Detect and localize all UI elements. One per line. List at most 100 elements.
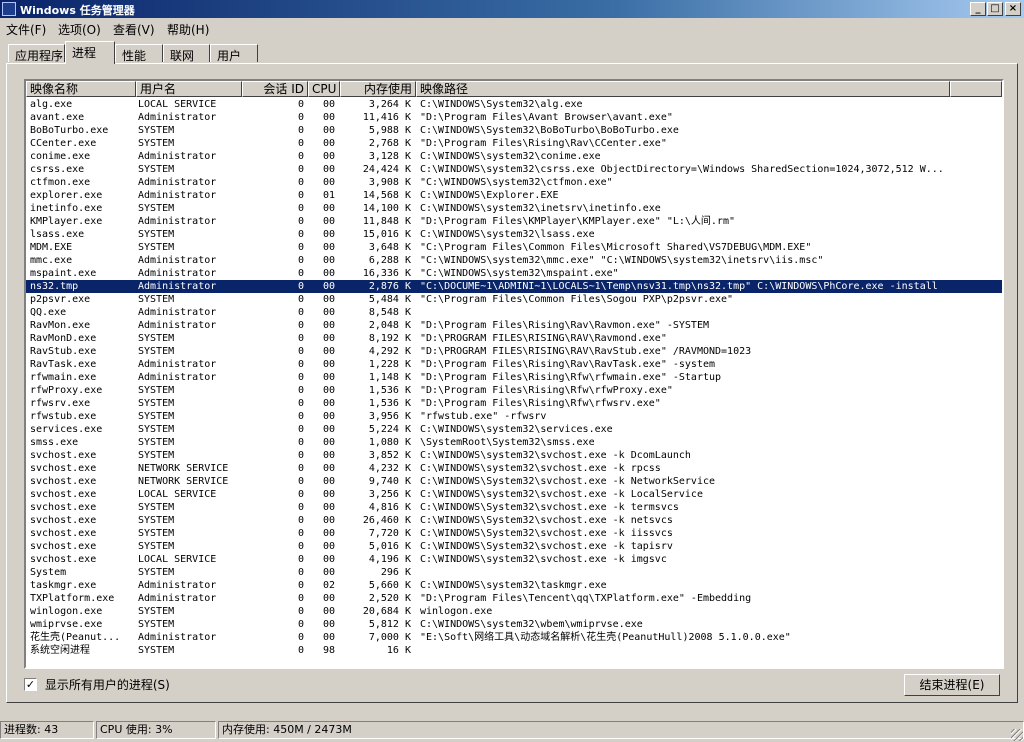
tab-users[interactable]: 用户	[210, 44, 258, 63]
column-header-cpu[interactable]: CPU	[308, 81, 340, 97]
process-row[interactable]: KMPlayer.exe Administrator 0 00 11,848 K "D:\…	[26, 215, 1002, 228]
show-all-users-option[interactable]: ✓ 显示所有用户的进程(S)	[24, 676, 170, 692]
process-row[interactable]: svchost.exe SYSTEM 0 00 5,016 K C:\WINDOWS\Sy…	[26, 540, 1002, 553]
mem-usage-cell: 3,956 K	[368, 411, 411, 422]
process-row[interactable]: svchost.exe LOCAL SERVICE 0 00 3,256 K C:\WIN…	[26, 488, 1002, 501]
process-row[interactable]: rfwmain.exe Administrator 0 00 1,148 K "D:\Pr…	[26, 371, 1002, 384]
process-row[interactable]: MDM.EXE SYSTEM 0 00 3,648 K "C:\Program Files…	[26, 241, 1002, 254]
process-list[interactable]: 映像名称 用户名 会话 ID CPU 内存使用 映像路径 alg.exe LOCA…	[24, 79, 1004, 669]
session-id-cell: 0	[297, 632, 304, 643]
menu-view[interactable]: 查看(V)	[113, 21, 155, 38]
user-name-cell: SYSTEM	[138, 528, 175, 539]
image-name-cell: MDM.EXE	[30, 242, 73, 253]
process-row[interactable]: TXPlatform.exe Administrator 0 00 2,520 K "D:…	[26, 592, 1002, 605]
process-row[interactable]: svchost.exe SYSTEM 0 00 3,852 K C:\WINDOWS\sy…	[26, 449, 1002, 462]
process-row[interactable]: svchost.exe SYSTEM 0 00 4,816 K C:\WINDOWS\Sy…	[26, 501, 1002, 514]
process-row[interactable]: 系统空闲进程 SYSTEM 0 98 16 K	[26, 644, 1002, 657]
column-header-mem-usage[interactable]: 内存使用	[340, 81, 416, 97]
session-id-cell: 0	[297, 567, 304, 578]
image-name-cell: ctfmon.exe	[30, 177, 91, 188]
session-id-cell: 0	[297, 372, 304, 383]
process-row[interactable]: inetinfo.exe SYSTEM 0 00 14,100 K C:\WINDOWS\…	[26, 202, 1002, 215]
image-name-cell: TXPlatform.exe	[30, 593, 115, 604]
process-row[interactable]: ctfmon.exe Administrator 0 00 3,908 K "C:\WIN…	[26, 176, 1002, 189]
cpu-cell: 00	[322, 281, 335, 292]
process-row[interactable]: explorer.exe Administrator 0 01 14,568 K C:\W…	[26, 189, 1002, 202]
process-row[interactable]: RavTask.exe Administrator 0 00 1,228 K "D:\Pr…	[26, 358, 1002, 371]
cpu-cell: 00	[322, 346, 335, 357]
cpu-cell: 00	[322, 164, 335, 175]
process-row[interactable]: wmiprvse.exe SYSTEM 0 00 5,812 K C:\WINDOWS\s…	[26, 618, 1002, 631]
session-id-cell: 0	[297, 216, 304, 227]
session-id-cell: 0	[297, 151, 304, 162]
process-row[interactable]: mspaint.exe Administrator 0 00 16,336 K "C:\W…	[26, 267, 1002, 280]
session-id-cell: 0	[297, 437, 304, 448]
image-name-cell: mmc.exe	[30, 255, 73, 266]
process-row[interactable]: svchost.exe SYSTEM 0 00 26,460 K C:\WINDOWS\S…	[26, 514, 1002, 527]
session-id-cell: 0	[297, 515, 304, 526]
process-row[interactable]: svchost.exe SYSTEM 0 00 7,720 K C:\WINDOWS\Sy…	[26, 527, 1002, 540]
maximize-button[interactable]: □	[987, 2, 1003, 16]
process-row[interactable]: services.exe SYSTEM 0 00 5,224 K C:\WINDOWS\s…	[26, 423, 1002, 436]
menu-file[interactable]: 文件(F)	[6, 21, 46, 38]
process-row[interactable]: RavStub.exe SYSTEM 0 00 4,292 K "D:\PROGRAM F…	[26, 345, 1002, 358]
session-id-cell: 0	[297, 645, 304, 656]
menu-help[interactable]: 帮助(H)	[167, 21, 209, 38]
process-row[interactable]: mmc.exe Administrator 0 00 6,288 K "C:\WINDOW…	[26, 254, 1002, 267]
process-row[interactable]: rfwstub.exe SYSTEM 0 00 3,956 K "rfwstub.exe"…	[26, 410, 1002, 423]
user-name-cell: Administrator	[138, 190, 217, 201]
cpu-cell: 00	[322, 489, 335, 500]
process-row[interactable]: smss.exe SYSTEM 0 00 1,080 K \SystemRoot\Syst…	[26, 436, 1002, 449]
tab-networking[interactable]: 联网	[163, 44, 210, 63]
process-row[interactable]: rfwProxy.exe SYSTEM 0 00 1,536 K "D:\Program …	[26, 384, 1002, 397]
session-id-cell: 0	[297, 255, 304, 266]
process-row[interactable]: 花生壳(Peanut... Administrator 0 00 7,000 K "E:\…	[26, 631, 1002, 644]
session-id-cell: 0	[297, 359, 304, 370]
end-process-button[interactable]: 结束进程(E)	[904, 674, 1000, 696]
process-row[interactable]: p2psvr.exe SYSTEM 0 00 5,484 K "C:\Program Fi…	[26, 293, 1002, 306]
user-name-cell: SYSTEM	[138, 346, 175, 357]
process-row[interactable]: QQ.exe Administrator 0 00 8,548 K	[26, 306, 1002, 319]
tab-processes[interactable]: 进程	[65, 41, 115, 64]
process-row[interactable]: conime.exe Administrator 0 00 3,128 K C:\WIND…	[26, 150, 1002, 163]
user-name-cell: SYSTEM	[138, 567, 175, 578]
column-header-user-name[interactable]: 用户名	[136, 81, 242, 97]
mem-usage-cell: 2,876 K	[368, 281, 411, 292]
process-row-selected[interactable]: ns32.tmp Administrator 0 00 2,876 K "C:\DOCUM…	[26, 279, 1002, 294]
minimize-button[interactable]: _	[970, 2, 986, 16]
process-row[interactable]: svchost.exe LOCAL SERVICE 0 00 4,196 K C:\WIN…	[26, 553, 1002, 566]
process-row[interactable]: System SYSTEM 0 00 296 K	[26, 566, 1002, 579]
close-button[interactable]: ×	[1005, 2, 1021, 16]
process-row[interactable]: CCenter.exe SYSTEM 0 00 2,768 K "D:\Program F…	[26, 137, 1002, 150]
show-all-users-label[interactable]: 显示所有用户的进程(S)	[45, 678, 170, 692]
process-row[interactable]: svchost.exe NETWORK SERVICE 0 00 4,232 K C:\W…	[26, 462, 1002, 475]
mem-usage-cell: 4,816 K	[368, 502, 411, 513]
process-row[interactable]: csrss.exe SYSTEM 0 00 24,424 K C:\WINDOWS\sys…	[26, 163, 1002, 176]
mem-usage-cell: 1,228 K	[368, 359, 411, 370]
mem-usage-cell: 20,684 K	[362, 606, 411, 617]
process-row[interactable]: rfwsrv.exe SYSTEM 0 00 1,536 K "D:\Program Fi…	[26, 397, 1002, 410]
image-path-cell: C:\WINDOWS\System32\BoBoTurbo\BoBoTurbo.…	[420, 125, 679, 136]
user-name-cell: SYSTEM	[138, 125, 175, 136]
mem-usage-cell: 1,148 K	[368, 372, 411, 383]
title-bar[interactable]: Windows 任务管理器 _ □ ×	[0, 0, 1024, 18]
tab-applications[interactable]: 应用程序	[8, 44, 65, 63]
column-header-image-path[interactable]: 映像路径	[416, 81, 950, 97]
menu-options[interactable]: 选项(O)	[58, 21, 101, 38]
process-row[interactable]: RavMon.exe Administrator 0 00 2,048 K "D:\Pro…	[26, 319, 1002, 332]
process-row[interactable]: RavMonD.exe SYSTEM 0 00 8,192 K "D:\PROGRAM F…	[26, 332, 1002, 345]
session-id-cell: 0	[297, 294, 304, 305]
column-header-session-id[interactable]: 会话 ID	[242, 81, 308, 97]
show-all-users-checkbox[interactable]: ✓	[24, 678, 37, 691]
image-name-cell: CCenter.exe	[30, 138, 97, 149]
tab-performance[interactable]: 性能	[115, 44, 163, 63]
resize-grip[interactable]	[1011, 729, 1023, 741]
process-row[interactable]: avant.exe Administrator 0 00 11,416 K "D:\Pro…	[26, 111, 1002, 124]
process-row[interactable]: BoBoTurbo.exe SYSTEM 0 00 5,988 K C:\WINDOWS\…	[26, 124, 1002, 137]
process-row[interactable]: lsass.exe SYSTEM 0 00 15,016 K C:\WINDOWS\sys…	[26, 228, 1002, 241]
process-row[interactable]: taskmgr.exe Administrator 0 02 5,660 K C:\WIN…	[26, 579, 1002, 592]
column-header-image-name[interactable]: 映像名称	[26, 81, 136, 97]
process-row[interactable]: svchost.exe NETWORK SERVICE 0 00 9,740 K C:\W…	[26, 475, 1002, 488]
process-row[interactable]: alg.exe LOCAL SERVICE 0 00 3,264 K C:\WINDOWS…	[26, 98, 1002, 111]
process-row[interactable]: winlogon.exe SYSTEM 0 00 20,684 Kwinlogon.ex…	[26, 605, 1002, 618]
